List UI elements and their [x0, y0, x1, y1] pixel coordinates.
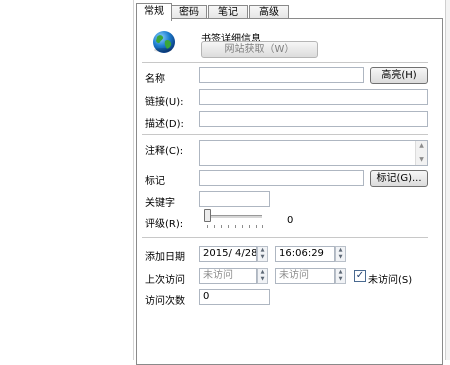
separator [142, 134, 428, 135]
date-added-label: 添加日期 [145, 252, 185, 263]
last-visit-label: 上次访问 [145, 275, 185, 286]
scroll-down-icon[interactable]: ▼ [416, 155, 427, 165]
scroll-up-icon[interactable]: ▲ [416, 141, 427, 151]
spin-up-icon[interactable]: ▲ [258, 269, 267, 276]
visit-count-label: 访问次数 [145, 296, 185, 307]
separator [142, 62, 428, 63]
date-added-date-spinner[interactable]: ▲ ▼ [257, 246, 268, 262]
spin-down-icon[interactable]: ▼ [336, 254, 345, 261]
spin-down-icon[interactable]: ▼ [258, 254, 267, 261]
tab-general[interactable]: 常规 [136, 3, 172, 21]
note-scrollbar[interactable]: ▲ ▼ [415, 141, 427, 165]
rating-label: 评级(R): [145, 219, 184, 230]
last-visit-time[interactable]: 未访问 [275, 268, 335, 284]
not-visited-checkbox[interactable]: ✓ [354, 270, 366, 282]
spin-down-icon[interactable]: ▼ [258, 276, 267, 283]
note-label: 注释(C): [145, 146, 184, 157]
name-input[interactable] [199, 67, 364, 83]
fetch-from-website-button[interactable]: 网站获取（W） [201, 41, 318, 58]
window-edge [445, 0, 450, 360]
left-pane [0, 0, 134, 360]
description-label: 描述(D): [145, 119, 184, 130]
note-textarea[interactable] [199, 140, 428, 166]
rating-value: 0 [287, 215, 294, 226]
slider-tick [235, 225, 236, 228]
separator [142, 237, 428, 238]
slider-tick [249, 225, 250, 228]
slider-tick [256, 225, 257, 228]
slider-tick [242, 225, 243, 228]
spin-up-icon[interactable]: ▲ [336, 269, 345, 276]
last-visit-time-spinner[interactable]: ▲ ▼ [335, 268, 346, 284]
rating-slider-thumb[interactable] [204, 209, 211, 222]
slider-tick [221, 225, 222, 228]
highlight-button[interactable]: 高亮(H) [370, 67, 428, 84]
slider-tick [207, 225, 208, 228]
description-input[interactable] [199, 111, 428, 127]
tag-label: 标记 [145, 176, 165, 187]
globe-icon [153, 31, 175, 53]
keyword-label: 关键字 [145, 198, 175, 209]
date-added-date[interactable]: 2015/ 4/28 [199, 246, 257, 262]
slider-tick [262, 225, 263, 228]
date-added-time[interactable]: 16:06:29 [275, 246, 335, 262]
rating-slider-track[interactable] [204, 215, 262, 218]
date-added-time-spinner[interactable]: ▲ ▼ [335, 246, 346, 262]
tag-button[interactable]: 标记(G)... [370, 170, 428, 187]
not-visited-label[interactable]: 未访问(S) [368, 271, 412, 286]
visit-count-input[interactable]: 0 [199, 289, 270, 305]
keyword-input[interactable] [199, 191, 270, 207]
slider-tick [228, 225, 229, 228]
spin-up-icon[interactable]: ▲ [258, 247, 267, 254]
last-visit-date-spinner[interactable]: ▲ ▼ [257, 268, 268, 284]
spin-up-icon[interactable]: ▲ [336, 247, 345, 254]
slider-tick [214, 225, 215, 228]
link-label: 链接(U): [145, 97, 184, 108]
last-visit-date[interactable]: 未访问 [199, 268, 257, 284]
tag-input[interactable] [199, 170, 364, 186]
spin-down-icon[interactable]: ▼ [336, 276, 345, 283]
name-label: 名称 [145, 74, 165, 85]
link-input[interactable] [199, 89, 428, 105]
